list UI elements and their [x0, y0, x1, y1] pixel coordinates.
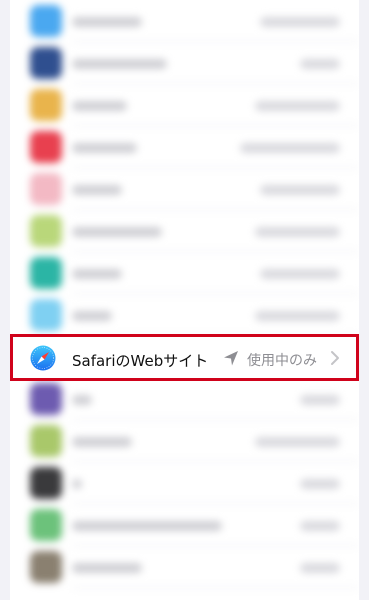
blurred-app-icon — [30, 257, 62, 289]
blurred-app-name — [72, 269, 122, 279]
blurred-app-icon — [30, 299, 62, 331]
blurred-app-row[interactable] — [10, 42, 359, 84]
blurred-app-row[interactable] — [10, 168, 359, 210]
blurred-app-name — [72, 17, 142, 27]
blurred-permission-value — [240, 143, 340, 153]
blurred-app-name — [72, 563, 142, 573]
safari-websites-row[interactable]: SafariのWebサイト 使用中のみ — [10, 334, 359, 381]
blurred-app-row[interactable] — [10, 294, 359, 336]
blurred-app-icon — [30, 383, 62, 415]
blurred-app-name — [72, 101, 127, 111]
blurred-app-row[interactable] — [10, 420, 359, 462]
safari-websites-label: SafariのWebサイト — [72, 352, 209, 370]
blurred-app-name — [72, 185, 122, 195]
blurred-permission-value — [300, 521, 340, 531]
safari-compass-icon — [30, 345, 56, 371]
blurred-app-icon — [30, 5, 62, 37]
blurred-app-name — [72, 227, 162, 237]
blurred-app-row[interactable] — [10, 546, 359, 588]
blurred-app-name — [72, 479, 82, 489]
blurred-app-name — [72, 521, 222, 531]
blurred-permission-value — [255, 101, 340, 111]
blurred-app-row[interactable] — [10, 84, 359, 126]
blurred-permission-value — [260, 185, 340, 195]
blurred-app-icon — [30, 509, 62, 541]
blurred-app-name — [72, 59, 167, 69]
blurred-app-rows — [10, 0, 359, 600]
blurred-app-name — [72, 395, 92, 405]
blurred-app-row[interactable] — [10, 210, 359, 252]
location-services-app-list — [10, 0, 359, 600]
blurred-permission-value — [255, 227, 340, 237]
permission-value: 使用中のみ — [247, 353, 317, 369]
blurred-app-icon — [30, 47, 62, 79]
blurred-permission-value — [300, 395, 340, 405]
row-separator — [72, 587, 359, 588]
chevron-right-icon — [331, 351, 339, 365]
blurred-permission-value — [300, 59, 340, 69]
blurred-permission-value — [260, 269, 340, 279]
blurred-app-name — [72, 437, 132, 447]
blurred-app-row[interactable] — [10, 252, 359, 294]
blurred-app-icon — [30, 89, 62, 121]
blurred-app-row[interactable] — [10, 378, 359, 420]
blurred-app-icon — [30, 467, 62, 499]
blurred-permission-value — [255, 437, 340, 447]
blurred-permission-value — [300, 479, 340, 489]
blurred-app-row[interactable] — [10, 504, 359, 546]
blurred-app-name — [72, 143, 137, 153]
blurred-app-icon — [30, 425, 62, 457]
blurred-permission-value — [255, 311, 340, 321]
blurred-permission-value — [260, 17, 340, 27]
location-arrow-icon — [224, 351, 238, 366]
blurred-app-row[interactable] — [10, 462, 359, 504]
blurred-app-icon — [30, 551, 62, 583]
blurred-app-name — [72, 311, 112, 321]
blurred-app-icon — [30, 215, 62, 247]
blurred-permission-value — [300, 563, 340, 573]
blurred-app-icon — [30, 173, 62, 205]
blurred-app-icon — [30, 131, 62, 163]
blurred-app-row[interactable] — [10, 0, 359, 42]
blurred-app-row[interactable] — [10, 126, 359, 168]
